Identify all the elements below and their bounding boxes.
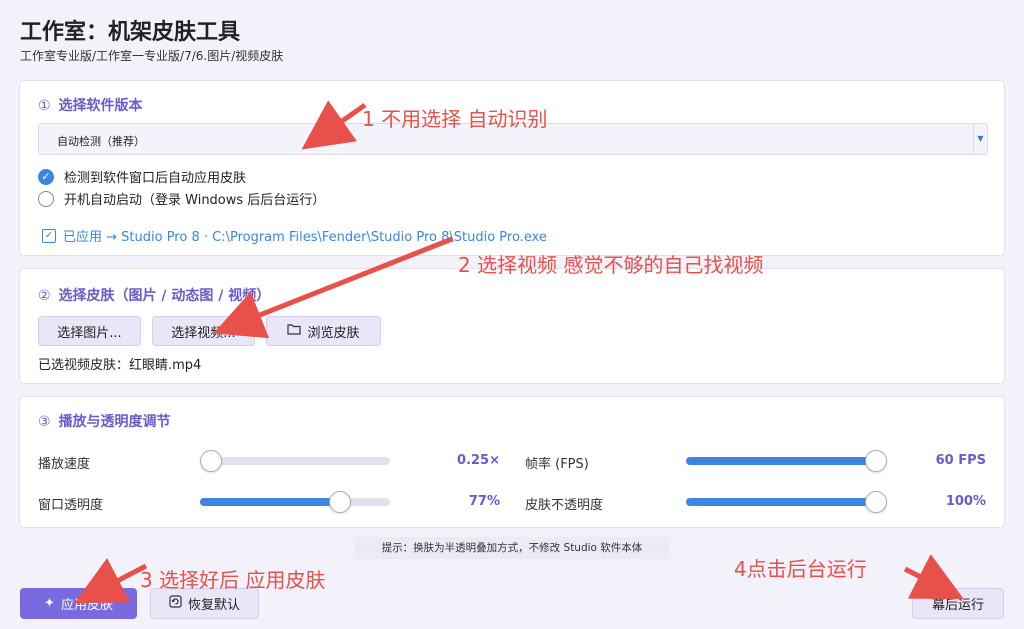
tip-text: 提示：换肤为半透明叠加方式，不修改 Studio 软件本体	[355, 537, 669, 559]
run-background-button[interactable]: 幕后运行	[912, 588, 1004, 619]
page-title: 工作室：机架皮肤工具	[20, 20, 241, 45]
skin-section: ② 选择皮肤（图片 / 动态图 / 视频） 选择图片... 选择视频... 浏览皮…	[19, 268, 1005, 384]
annotation-3: 3 选择好后 应用皮肤	[140, 568, 326, 592]
annotation-1: 1 不用选择 自动识别	[362, 107, 548, 131]
check-circle-icon[interactable]: ✓	[38, 168, 54, 185]
window-opacity-slider[interactable]	[200, 491, 390, 513]
applied-status: ✓ 已应用 → Studio Pro 8 · C:\Program Files\…	[42, 226, 547, 245]
slider-handle[interactable]	[865, 450, 887, 472]
select-image-button[interactable]: 选择图片...	[38, 316, 141, 346]
section-number: ①	[38, 98, 51, 114]
arrow-4	[903, 554, 964, 600]
slider-handle[interactable]	[329, 491, 352, 513]
section-title: 选择皮肤（图片 / 动态图 / 视频）	[58, 288, 271, 304]
section-number: ③	[38, 414, 51, 430]
fps-slider[interactable]	[686, 450, 887, 472]
apply-skin-button[interactable]: ✦ 应用皮肤	[20, 588, 137, 619]
startup-label: 开机自动启动（登录 Windows 后后台运行）	[64, 193, 326, 208]
breadcrumb: 工作室专业版/工作室一专业版/7/6.图片/视频皮肤	[20, 49, 284, 63]
playback-section: ③ 播放与透明度调节 播放速度 0.25× 帧率 (FPS) 60 FPS 窗口透…	[19, 396, 1005, 528]
section-heading: ② 选择皮肤（图片 / 动态图 / 视频）	[38, 285, 270, 305]
slider-fill	[686, 457, 876, 465]
section-title: 选择软件版本	[58, 98, 143, 114]
skin-opacity-label: 皮肤不透明度	[525, 498, 604, 513]
slider-fill	[200, 498, 341, 506]
browse-skin-button[interactable]: 浏览皮肤	[266, 316, 381, 346]
folder-icon	[287, 323, 302, 339]
select-video-button[interactable]: 选择视频...	[152, 316, 255, 346]
section-heading: ① 选择软件版本	[38, 95, 143, 115]
startup-option[interactable]: 开机自动启动（登录 Windows 后后台运行）	[38, 189, 325, 208]
radio-empty-icon[interactable]	[38, 190, 54, 207]
window-opacity-value: 77%	[468, 494, 500, 509]
apply-skin-label: 应用皮肤	[60, 598, 113, 613]
selected-file-text: 已选视频皮肤：红眼睛.mp4	[38, 358, 202, 373]
chevron-down-icon[interactable]: ▼	[973, 124, 987, 154]
reset-default-label: 恢复默认	[187, 598, 240, 613]
auto-apply-option[interactable]: ✓ 检测到软件窗口后自动应用皮肤	[38, 167, 246, 186]
section-heading: ③ 播放与透明度调节	[38, 411, 171, 431]
speed-label: 播放速度	[38, 457, 91, 472]
section-title: 播放与透明度调节	[58, 414, 171, 430]
fps-label: 帧率 (FPS)	[525, 457, 589, 472]
applied-text: 已应用 → Studio Pro 8 · C:\Program Files\Fe…	[63, 230, 547, 245]
browse-skin-label: 浏览皮肤	[307, 325, 360, 341]
fps-value: 60 FPS	[935, 453, 986, 468]
auto-apply-label: 检测到软件窗口后自动应用皮肤	[64, 171, 247, 186]
skin-opacity-value: 100%	[945, 494, 986, 509]
window-opacity-label: 窗口透明度	[38, 498, 104, 513]
annotation-4: 4点击后台运行	[734, 557, 867, 581]
skin-opacity-slider[interactable]	[686, 491, 887, 513]
slider-fill	[686, 498, 876, 506]
select-value: 自动检测（推荐）	[57, 135, 145, 148]
section-number: ②	[38, 288, 51, 304]
checkbox-icon: ✓	[42, 228, 56, 243]
sparkle-icon: ✦	[44, 596, 55, 611]
slider-handle[interactable]	[865, 491, 887, 513]
speed-slider[interactable]	[200, 450, 390, 472]
annotation-2: 2 选择视频 感觉不够的自己找视频	[458, 253, 764, 277]
speed-value: 0.25×	[457, 453, 500, 468]
slider-handle[interactable]	[200, 450, 222, 472]
reset-icon	[169, 595, 182, 612]
